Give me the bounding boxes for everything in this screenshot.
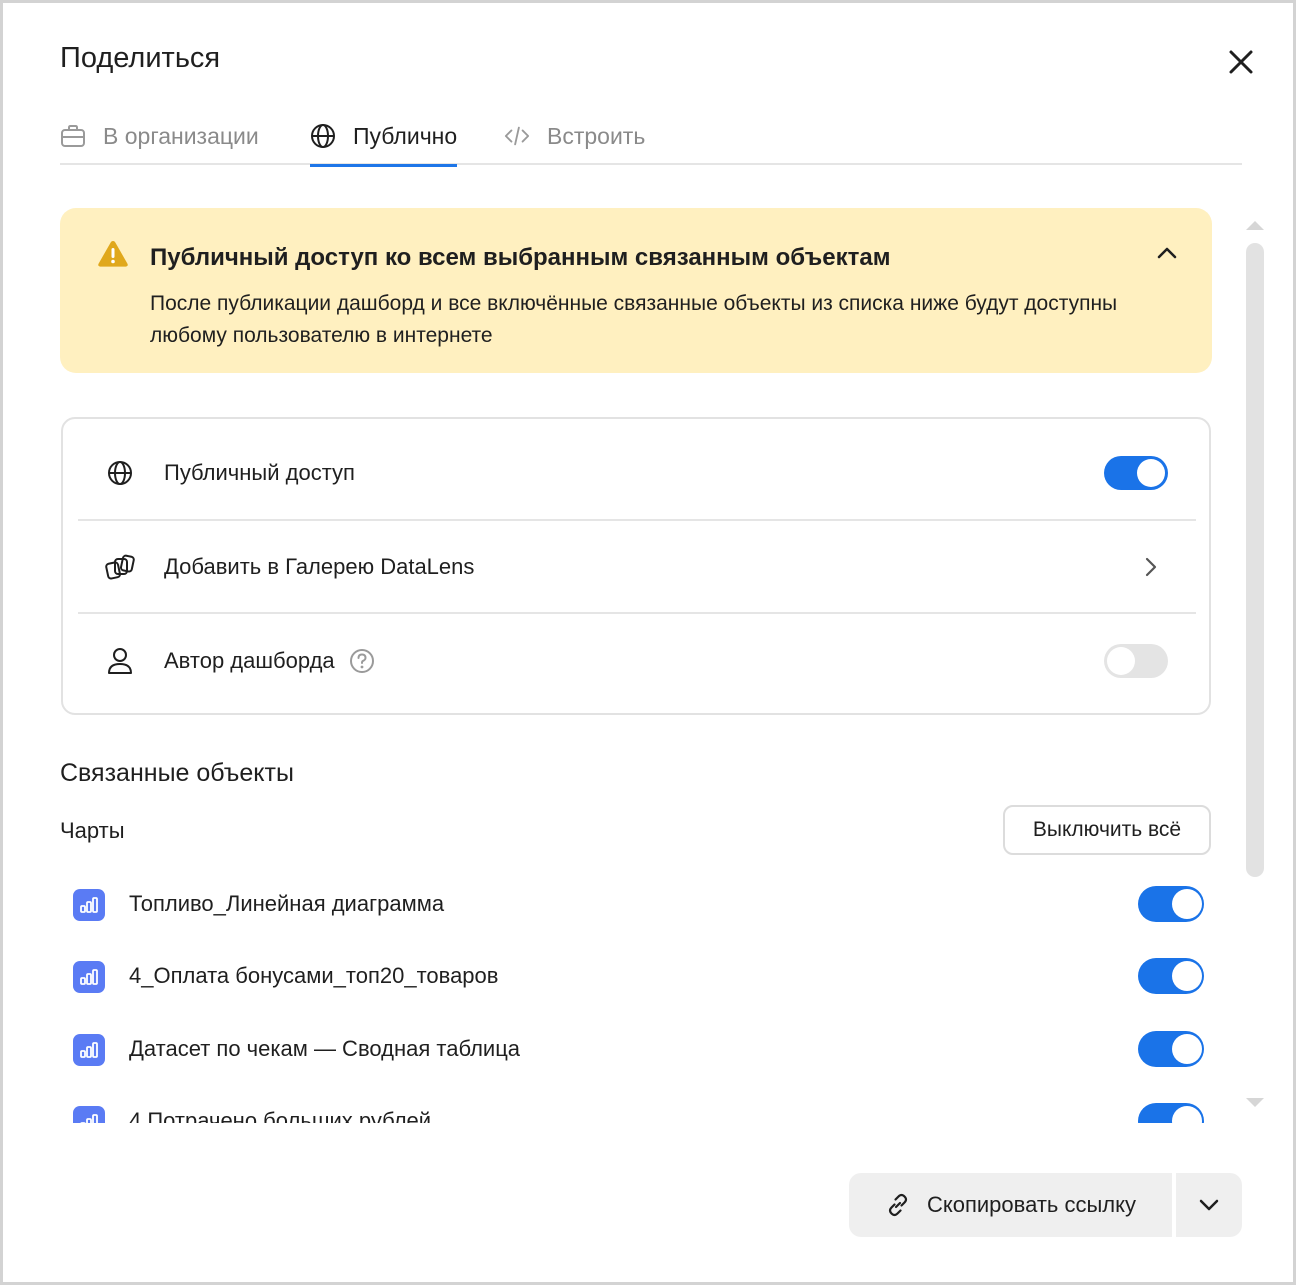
chart-toggle[interactable] [1138,886,1204,922]
chart-name: Топливо_Линейная диаграмма [129,891,445,916]
scroll-up-arrow-icon[interactable] [1246,221,1264,230]
chart-name: Датасет по чекам — Сводная таблица [129,1036,521,1061]
public-access-alert: Публичный доступ ко всем выбранным связа… [60,208,1212,373]
public-access-label: Публичный доступ [164,460,355,485]
tab-embed[interactable]: Встроить [504,107,645,165]
tab-organization-label: В организации [103,122,259,149]
chart-icon [73,961,105,993]
tab-embed-label: Встроить [547,122,646,149]
globe-icon [310,123,336,149]
scrollbar-thumb[interactable] [1246,243,1264,877]
globe-icon [104,457,136,489]
chart-icon [73,1034,105,1066]
chart-icon [73,1106,105,1123]
close-icon [1229,50,1253,74]
charts-subtitle: Чарты [60,818,125,843]
chevron-down-icon [1199,1199,1219,1211]
scroll-down-arrow-icon[interactable] [1246,1098,1264,1107]
dialog-content: Публичный доступ ко всем выбранным связа… [60,203,1212,1123]
code-icon [504,123,530,149]
author-toggle[interactable] [1104,644,1168,678]
disable-all-button[interactable]: Выключить всё [1003,805,1211,855]
chart-toggle[interactable] [1138,1103,1204,1123]
chart-item: 4_Оплата бонусами_топ20_товаров [60,951,1212,1003]
warning-icon [97,239,129,274]
public-settings-card: Публичный доступ Добавить в Галерею Data… [61,417,1211,715]
tab-public[interactable]: Публично [310,107,458,167]
copy-link-button[interactable]: Скопировать ссылку [849,1173,1172,1237]
author-row: Автор дашборда [78,615,1196,707]
related-objects-title: Связанные объекты [60,759,294,787]
copy-options-button[interactable] [1176,1173,1242,1237]
alert-collapse-button[interactable] [1150,236,1184,270]
chevron-up-icon [1157,247,1177,259]
author-label: Автор дашборда [164,648,335,673]
copy-link-group: Скопировать ссылку [849,1173,1242,1237]
share-dialog: Поделиться В организации Публично Встрои… [0,0,1296,1285]
chart-item: Датасет по чекам — Сводная таблица [60,1024,1212,1076]
alert-title: Публичный доступ ко всем выбранным связа… [150,244,891,271]
chart-icon [73,889,105,921]
link-icon [885,1192,911,1218]
person-icon [104,645,136,677]
briefcase-icon [60,123,86,149]
public-access-row: Публичный доступ [78,427,1196,519]
chevron-right-icon [1144,556,1158,583]
gallery-row[interactable]: Добавить в Галерею DataLens [78,521,1196,613]
chart-item: Топливо_Линейная диаграмма [60,879,1212,931]
copy-link-label: Скопировать ссылку [926,1192,1137,1217]
chart-toggle[interactable] [1138,958,1204,994]
alert-text: После публикации дашборд и все включённы… [150,292,1118,347]
author-label-group: Автор дашборда [164,648,375,674]
chart-item: 4 Потрачено больших рублей [60,1096,1212,1123]
close-button[interactable] [1220,41,1262,83]
dialog-title: Поделиться [60,42,221,74]
public-access-toggle[interactable] [1104,456,1168,490]
gallery-label: Добавить в Галерею DataLens [164,554,475,579]
scrollbar[interactable] [1243,218,1267,1108]
gallery-icon [104,551,136,583]
chart-name: 4 Потрачено больших рублей [129,1108,432,1123]
chart-toggle[interactable] [1138,1031,1204,1067]
tab-public-label: Публично [353,122,458,149]
chart-name: 4_Оплата бонусами_топ20_товаров [129,963,499,988]
tab-organization[interactable]: В организации [60,107,259,165]
share-tabs: В организации Публично Встроить [60,107,1242,167]
question-circle-icon[interactable] [349,648,375,674]
divider [78,612,1196,614]
